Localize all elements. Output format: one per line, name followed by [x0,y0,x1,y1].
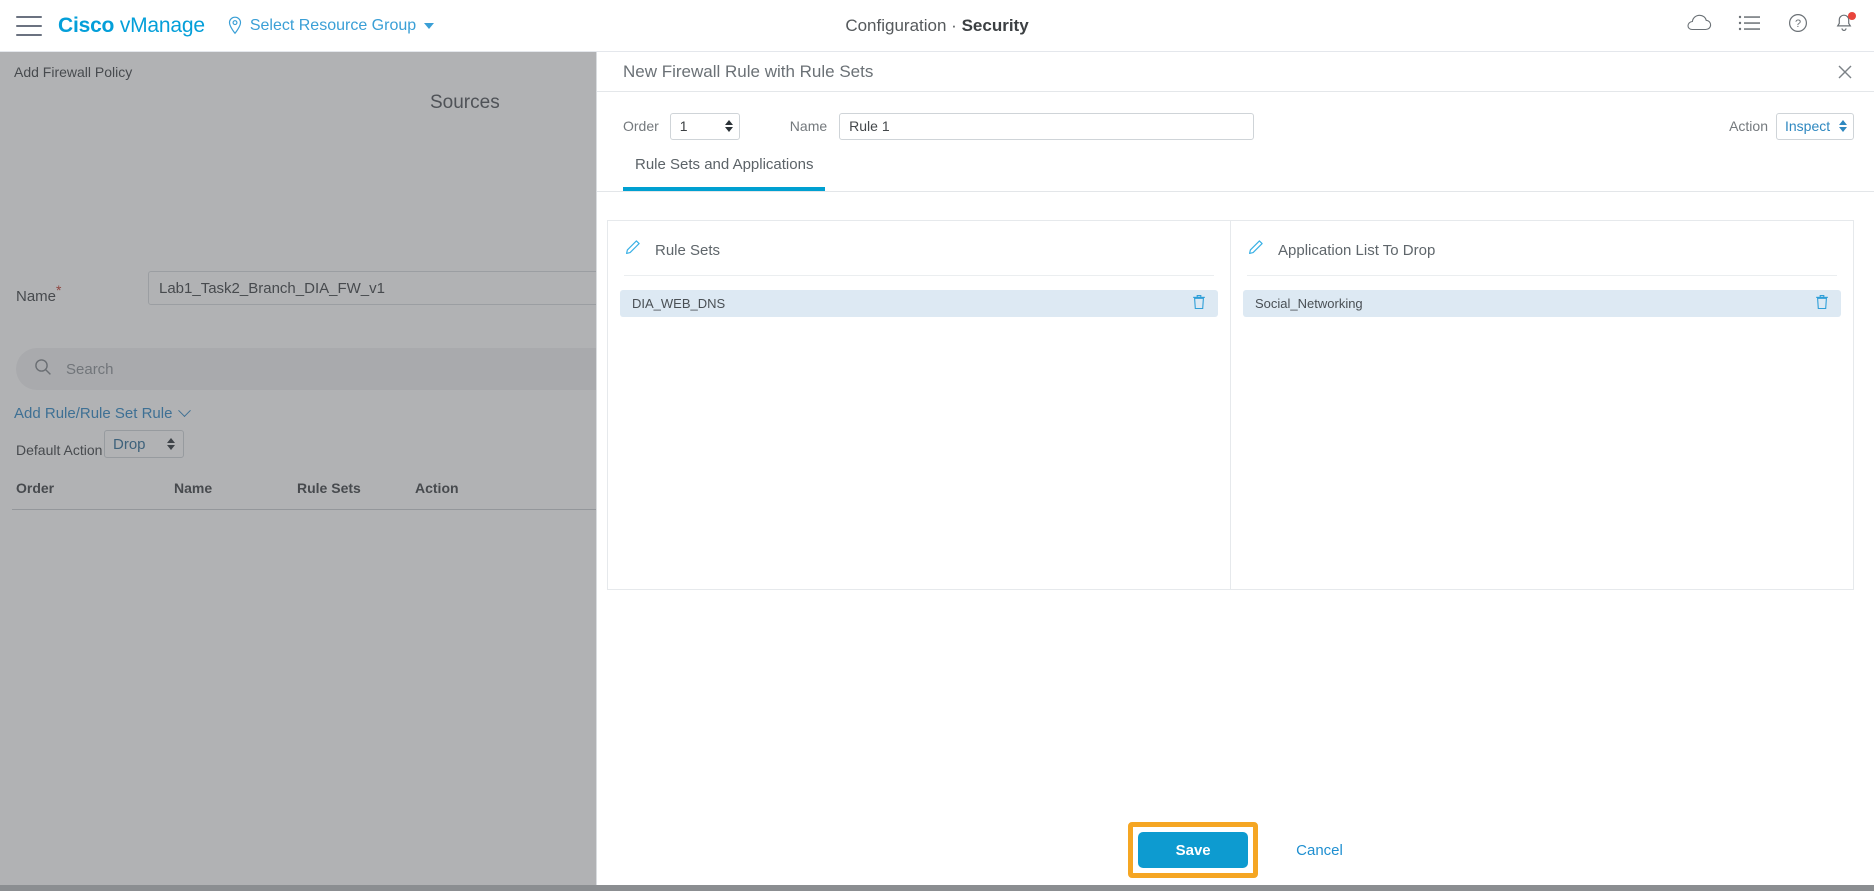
save-button-highlight: Save [1128,822,1259,878]
panel-application-list-header: Application List To Drop [1231,221,1853,275]
list-item[interactable]: Social_Networking [1243,290,1841,317]
panel-application-list-body: Social_Networking [1231,276,1853,589]
order-value: 1 [679,118,688,134]
brand-name-bold: Cisco [58,13,115,37]
close-icon[interactable] [1836,63,1854,81]
panels-container: Rule Sets DIA_WEB_DNS Application List T… [607,220,1854,590]
brand-name-light: vManage [119,13,205,37]
tab-rule-sets-and-applications[interactable]: Rule Sets and Applications [623,156,826,191]
dialog-title: New Firewall Rule with Rule Sets [623,61,874,81]
order-stepper[interactable]: 1 [669,112,740,140]
pencil-icon[interactable] [624,239,641,261]
help-icon[interactable]: ? [1788,13,1808,38]
dialog-header: New Firewall Rule with Rule Sets [597,52,1874,92]
page-title-secondary: Security [961,15,1029,35]
resource-group-label: Select Resource Group [249,16,417,34]
panel-rule-sets-title: Rule Sets [655,241,721,259]
app-root: Cisco vManage Select Resource Group Conf… [0,0,1874,891]
location-pin-icon [227,16,243,35]
brand-logo[interactable]: Cisco vManage [58,14,205,38]
list-item[interactable]: DIA_WEB_DNS [620,290,1218,317]
dialog-footer: Save Cancel [597,809,1874,891]
panel-rule-sets-header: Rule Sets [608,221,1230,275]
app-header: Cisco vManage Select Resource Group Conf… [0,0,1874,52]
notification-badge [1848,11,1856,20]
action-value: Inspect [1785,118,1831,134]
panel-application-list-to-drop: Application List To Drop Social_Networki… [1230,221,1853,589]
dialog-tabs: Rule Sets and Applications [597,156,1874,192]
action-select[interactable]: Inspect [1776,112,1854,140]
hamburger-icon[interactable] [16,15,42,36]
panel-application-list-title: Application List To Drop [1278,241,1436,259]
rule-set-name: DIA_WEB_DNS [632,296,726,311]
panel-rule-sets: Rule Sets DIA_WEB_DNS [608,221,1230,589]
trash-icon[interactable] [1815,294,1829,313]
save-button[interactable]: Save [1138,832,1249,868]
trash-icon[interactable] [1192,294,1206,313]
cancel-button[interactable]: Cancel [1296,842,1343,859]
panel-rule-sets-body: DIA_WEB_DNS [608,276,1230,589]
order-label: Order [623,118,659,134]
rule-form-row: Order 1 Name Action Inspect [597,92,1874,146]
page-title-primary: Configuration [845,15,947,35]
new-firewall-rule-dialog: New Firewall Rule with Rule Sets Order 1… [596,52,1874,891]
svg-text:?: ? [1795,18,1801,30]
spinner-arrows-icon [724,120,733,132]
action-label: Action [1729,118,1768,134]
resource-group-selector[interactable]: Select Resource Group [227,16,435,35]
action-field: Action Inspect [1729,112,1854,140]
rule-name-label: Name [789,118,828,134]
chevron-down-icon [424,22,435,29]
pencil-icon[interactable] [1247,239,1264,261]
application-name: Social_Networking [1255,296,1363,311]
rule-name-input[interactable] [839,112,1255,140]
cloud-icon[interactable] [1686,14,1712,37]
spinner-arrows-icon [1839,120,1847,132]
list-icon[interactable] [1738,14,1762,37]
bottom-strip [0,885,1874,891]
header-icon-group: ? [1686,11,1856,39]
notifications-icon[interactable] [1834,11,1856,39]
page-title-separator: · [951,15,957,35]
